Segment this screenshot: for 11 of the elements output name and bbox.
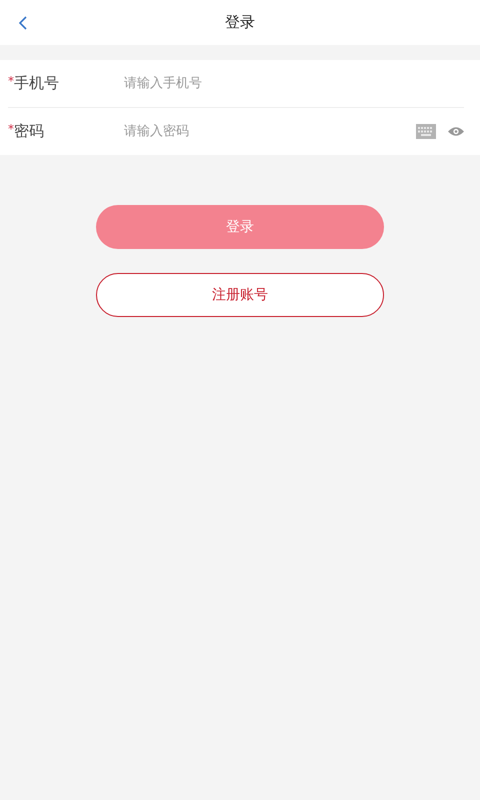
required-mark: * <box>8 74 14 88</box>
password-field[interactable]: 请输入密码 <box>124 124 416 139</box>
back-icon[interactable] <box>18 15 28 31</box>
register-button[interactable]: 注册账号 <box>96 273 384 317</box>
field-label: 密码 <box>14 122 45 141</box>
phone-field[interactable]: 请输入手机号 <box>124 76 464 91</box>
eye-icon[interactable] <box>448 126 464 137</box>
field-label: 手机号 <box>14 74 60 93</box>
required-mark: * <box>8 122 14 136</box>
keyboard-icon[interactable] <box>416 124 436 139</box>
page-title: 登录 <box>225 13 255 32</box>
